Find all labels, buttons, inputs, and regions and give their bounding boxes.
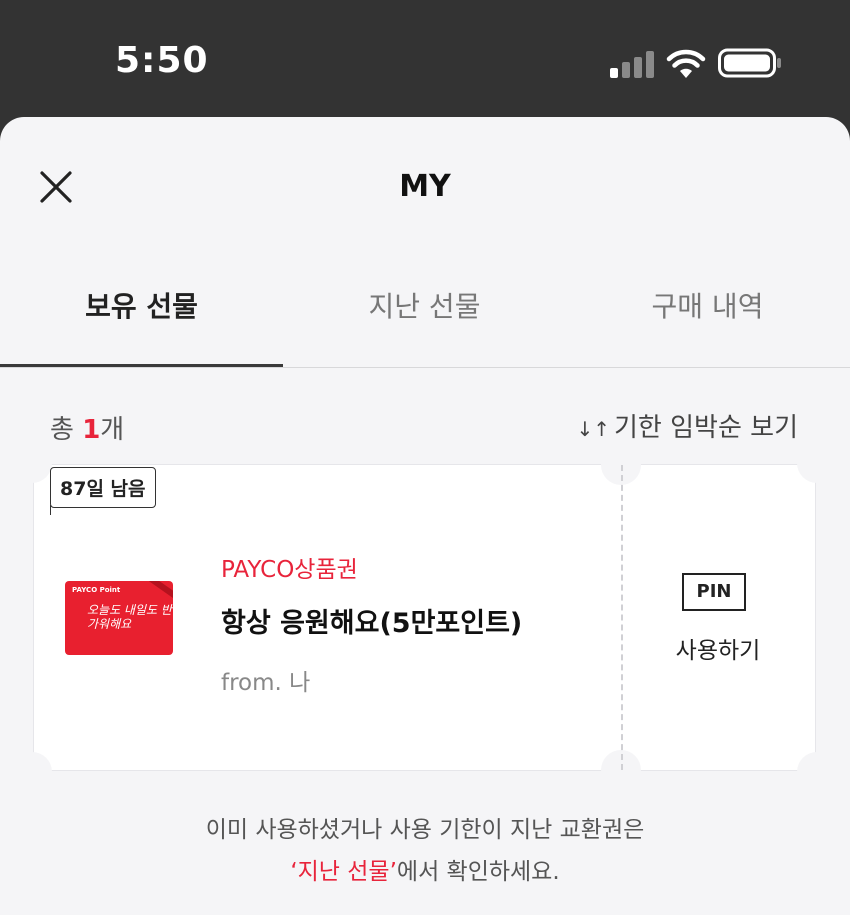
tab-bar: 보유 선물 지난 선물 구매 내역 [0, 277, 850, 369]
thumbnail-script: 오늘도 내일도 반가워해요 [87, 603, 172, 631]
use-label: 사용하기 [675, 638, 761, 664]
count-prefix: 총 [50, 415, 74, 445]
thumbnail-ribbon [143, 581, 173, 604]
ticket-corner [12, 443, 52, 483]
tab-owned-gifts[interactable]: 보유 선물 [0, 277, 283, 369]
sort-button[interactable]: ↓↑ 기한 임박순 보기 [577, 407, 799, 444]
footer-line-2-suffix: 에서 확인하세요. [396, 859, 560, 885]
gift-box-sheet: MY 보유 선물 지난 선물 구매 내역 총 1개 ↓↑ 기한 임박순 보기 87… [0, 117, 850, 915]
status-time: 5:50 [115, 40, 209, 81]
gift-brand: PAYCO상품권 [221, 557, 358, 583]
sort-label: 기한 임박순 보기 [614, 413, 798, 443]
tab-purchase-history[interactable]: 구매 내역 [566, 277, 849, 369]
battery-icon [718, 48, 781, 78]
wifi-icon [666, 49, 706, 78]
ticket-corner [12, 752, 52, 792]
cellular-signal-icon [610, 50, 654, 78]
footer-line-1: 이미 사용하셨거나 사용 기한이 지난 교환권은 [205, 817, 645, 843]
use-button[interactable] [623, 465, 815, 770]
gift-sender: from. 나 [221, 670, 311, 696]
sort-arrows-icon: ↓↑ [576, 417, 611, 441]
past-gifts-link[interactable]: ‘지난 선물’ [290, 859, 397, 885]
count-suffix: 개 [100, 415, 125, 445]
tabs-divider [0, 367, 850, 368]
status-bar: 5:50 [0, 0, 850, 118]
footer-note: 이미 사용하셨거나 사용 기한이 지난 교환권은 ‘지난 선물’에서 확인하세요… [0, 809, 850, 893]
gift-name: 항상 응원해요(5만포인트) [221, 608, 523, 639]
gift-thumbnail: PAYCO Point 오늘도 내일도 반가워해요 [65, 581, 173, 655]
count-number: 1 [82, 415, 101, 445]
pin-badge: PIN [682, 573, 746, 611]
gift-card[interactable]: 87일 남음 PAYCO Point 오늘도 내일도 반가워해요 PAYCO상품… [12, 443, 837, 792]
days-left-badge: 87일 남음 [50, 467, 156, 508]
footer-line-2: ‘지난 선물’에서 확인하세요. [0, 851, 850, 893]
page-title: MY [399, 169, 451, 204]
thumbnail-brand: PAYCO Point [72, 586, 121, 594]
gift-count: 총 1개 [50, 409, 124, 446]
tab-past-gifts[interactable]: 지난 선물 [283, 277, 566, 369]
